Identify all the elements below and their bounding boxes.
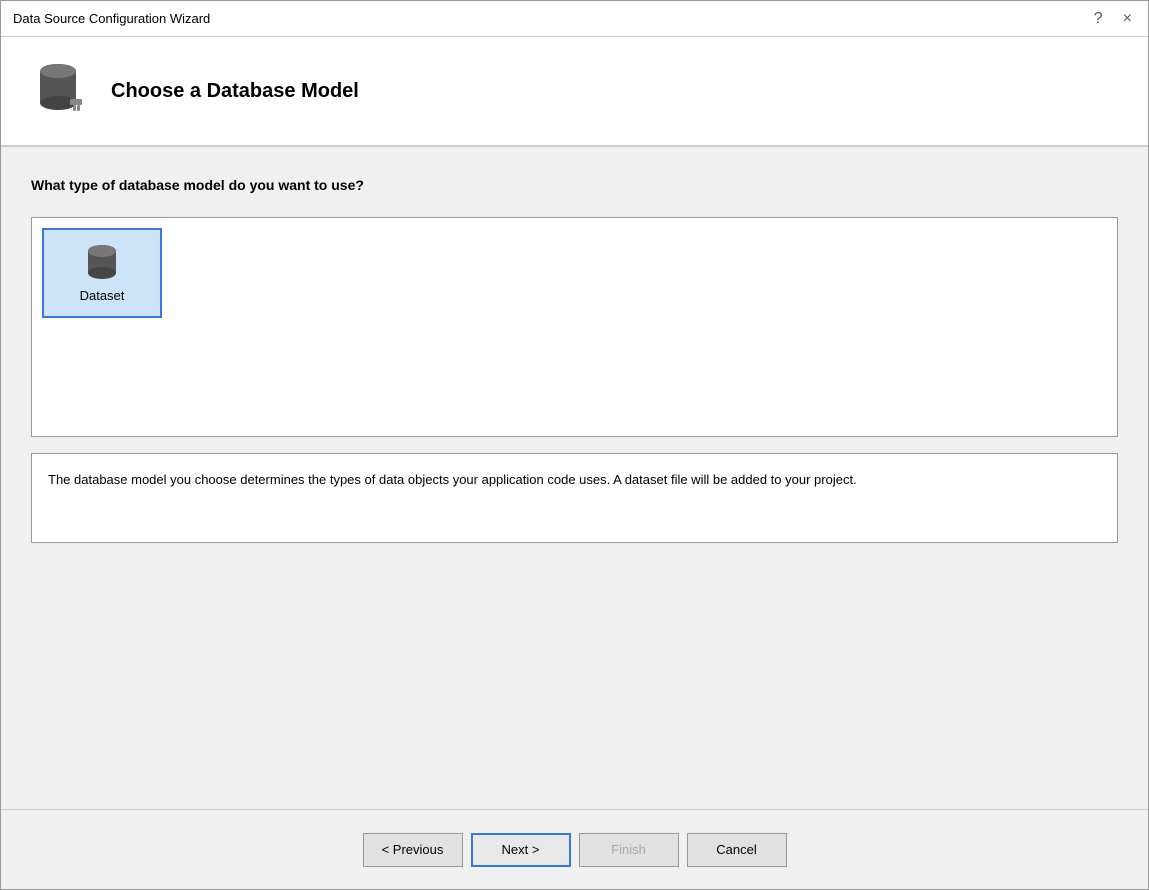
header-title: Choose a Database Model: [111, 80, 359, 103]
dialog-title: Data Source Configuration Wizard: [13, 11, 210, 26]
next-button[interactable]: Next >: [471, 833, 571, 867]
description-text: The database model you choose determines…: [48, 472, 857, 487]
cancel-button[interactable]: Cancel: [687, 833, 787, 867]
model-selection-box: Dataset: [31, 217, 1118, 437]
title-bar: Data Source Configuration Wizard ? ×: [1, 1, 1148, 37]
header-section: Choose a Database Model: [1, 37, 1148, 147]
close-button[interactable]: ×: [1119, 9, 1136, 29]
dataset-icon: [84, 243, 120, 288]
question-label: What type of database model do you want …: [31, 177, 1118, 193]
title-bar-controls: ? ×: [1090, 9, 1136, 29]
header-icon: [31, 61, 91, 121]
finish-button[interactable]: Finish: [579, 833, 679, 867]
previous-button[interactable]: < Previous: [363, 833, 463, 867]
footer-section: < Previous Next > Finish Cancel: [1, 809, 1148, 889]
content-section: What type of database model do you want …: [1, 147, 1148, 809]
help-button[interactable]: ?: [1090, 9, 1107, 29]
dataset-label: Dataset: [80, 288, 125, 303]
dialog: Data Source Configuration Wizard ? × Cho…: [0, 0, 1149, 890]
dataset-model-item[interactable]: Dataset: [42, 228, 162, 318]
description-box: The database model you choose determines…: [31, 453, 1118, 543]
